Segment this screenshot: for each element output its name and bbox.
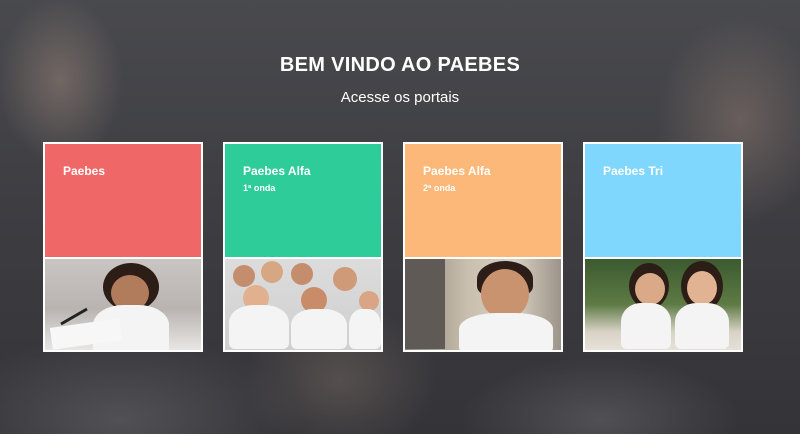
girl-writing-photo — [45, 259, 201, 350]
card-header: Paebes Alfa 2ª onda — [405, 144, 561, 259]
card-header: Paebes Alfa 1ª onda — [225, 144, 381, 259]
portal-card-paebes[interactable]: Paebes — [43, 142, 203, 352]
portal-card-paebes-alfa-1[interactable]: Paebes Alfa 1ª onda — [223, 142, 383, 352]
card-title: Paebes Alfa — [423, 164, 491, 178]
card-subtitle: 2ª onda — [423, 183, 456, 193]
card-title: Paebes — [63, 164, 106, 178]
portal-card-paebes-alfa-2[interactable]: Paebes Alfa 2ª onda — [403, 142, 563, 352]
two-girls-photo — [585, 259, 741, 350]
card-subtitle: 1ª onda — [243, 183, 276, 193]
card-header: Paebes — [45, 144, 201, 259]
smiling-boy-photo — [405, 259, 561, 350]
portal-card-paebes-tri[interactable]: Paebes Tri — [583, 142, 743, 352]
card-title: Paebes Alfa — [243, 164, 311, 178]
page-title: BEM VINDO AO PAEBES — [279, 54, 521, 76]
portal-cards: Paebes Paebes Alfa 1ª onda Paebes Alfa 2… — [43, 142, 743, 352]
group-of-kids-photo — [225, 259, 381, 350]
card-header: Paebes Tri — [585, 144, 741, 259]
page-header: BEM VINDO AO PAEBES Acesse os portais — [0, 54, 800, 106]
page-subtitle: Acesse os portais — [340, 89, 460, 106]
card-title: Paebes Tri — [603, 164, 664, 178]
